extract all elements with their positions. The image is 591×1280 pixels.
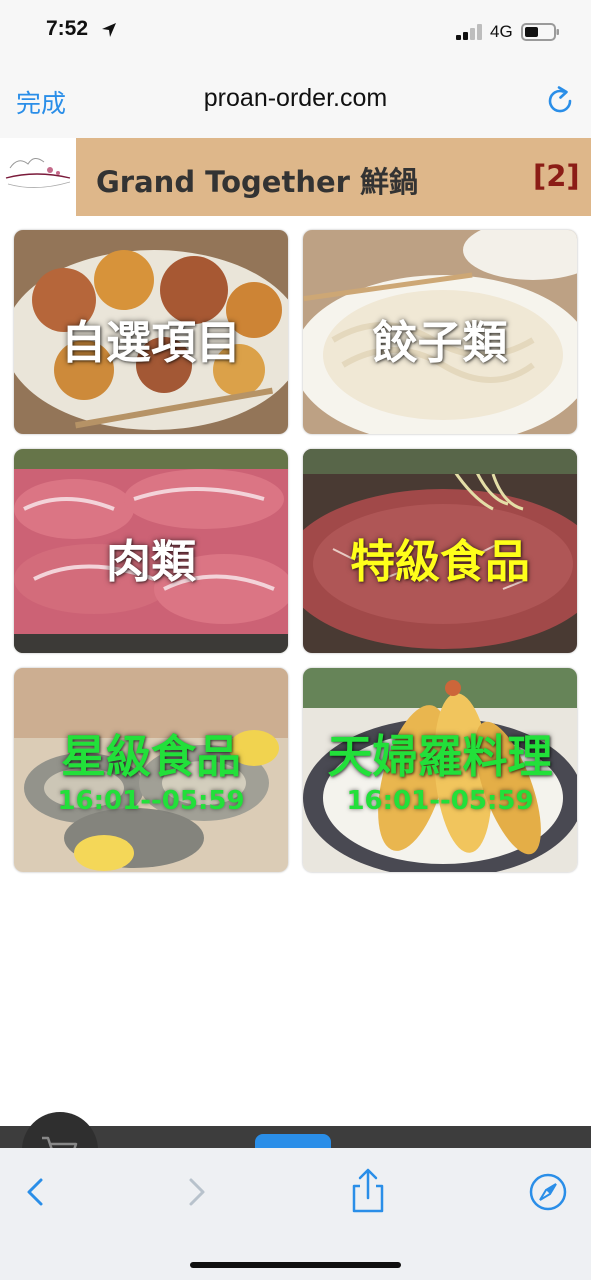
together-logo (0, 138, 76, 216)
status-time: 7:52 (46, 17, 89, 40)
compass-icon[interactable] (528, 1172, 568, 1212)
signal-bars-icon (456, 24, 482, 40)
category-tile[interactable]: 星級食品 16:01--05:59 (14, 668, 288, 872)
category-tile[interactable]: 肉類 (14, 449, 288, 653)
forward-chevron-icon[interactable] (176, 1172, 216, 1212)
category-label: 特級食品 (349, 535, 530, 588)
category-label: 星級食品 (60, 730, 241, 783)
store-title: Grand Together 鮮鍋 (96, 165, 419, 199)
category-tile[interactable]: 特級食品 (303, 449, 577, 653)
reload-icon[interactable] (545, 86, 575, 116)
status-bar: 7:52 4G (0, 0, 591, 64)
availability-time: 16:01--05:59 (346, 786, 534, 816)
category-label: 天婦羅料理 (327, 730, 553, 783)
back-chevron-icon[interactable] (16, 1172, 56, 1212)
battery-icon (521, 23, 559, 41)
category-tile[interactable]: 天婦羅料理 16:01--05:59 (303, 668, 577, 872)
home-indicator (190, 1262, 401, 1268)
browser-nav-bar: 完成 proan-order.com (0, 64, 591, 138)
store-header: Grand Together 鮮鍋 [2] (0, 138, 591, 216)
category-label: 肉類 (105, 535, 196, 588)
network-type: 4G (490, 22, 513, 41)
category-label: 自選項目 (60, 316, 241, 369)
share-icon[interactable] (348, 1168, 388, 1214)
browser-toolbar (0, 1148, 591, 1280)
category-label: 餃子類 (372, 316, 508, 369)
location-arrow-icon (102, 23, 116, 37)
url-display[interactable]: proan-order.com (0, 84, 591, 113)
availability-time: 16:01--05:59 (57, 786, 245, 816)
category-tile[interactable]: 餃子類 (303, 230, 577, 434)
category-tile[interactable]: 自選項目 (14, 230, 288, 434)
cart-count-badge[interactable]: [2] (533, 159, 580, 193)
